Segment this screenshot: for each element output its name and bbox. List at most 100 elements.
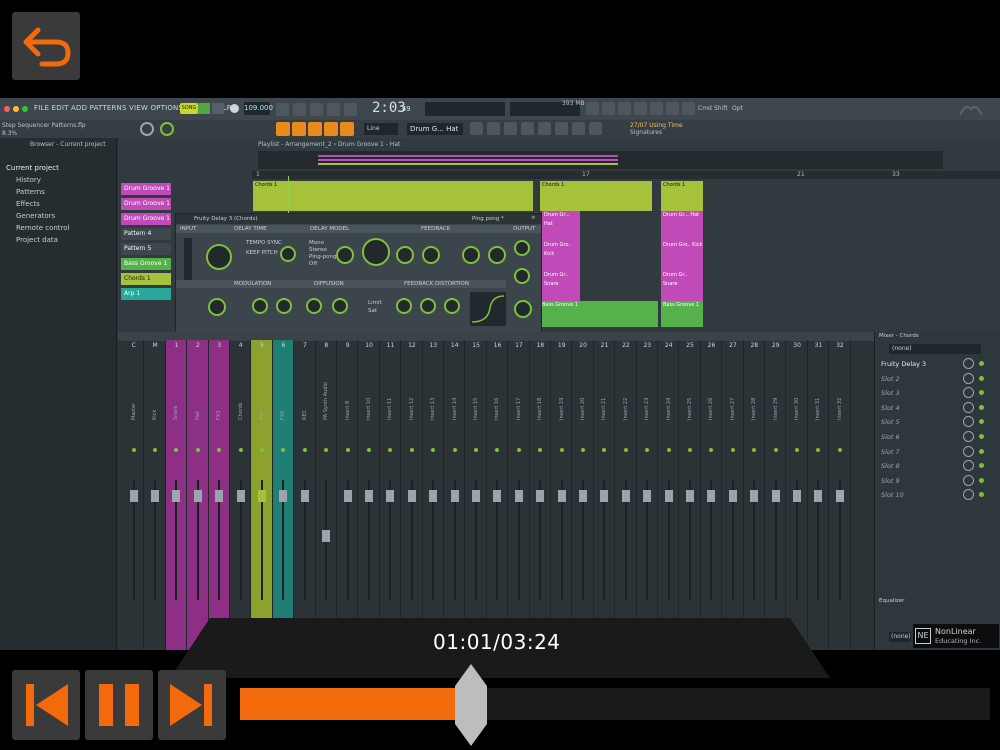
slot-enable-icon[interactable] xyxy=(979,434,984,439)
strip-led-icon[interactable] xyxy=(816,448,821,452)
stereo-knob[interactable] xyxy=(336,246,354,264)
snap-icon[interactable] xyxy=(292,122,306,136)
render-icon[interactable] xyxy=(666,102,679,115)
effect-slot[interactable]: Slot 10 xyxy=(881,489,961,501)
mixer-strip[interactable]: 24 Insert 24 xyxy=(658,340,680,650)
limit-option[interactable]: Limit xyxy=(368,300,382,306)
strip-fader-handle[interactable] xyxy=(151,490,160,502)
strip-fader-handle[interactable] xyxy=(686,490,695,502)
song-mode-button[interactable]: SONG xyxy=(180,103,198,114)
strip-fader-handle[interactable] xyxy=(493,490,502,502)
stereo-option[interactable]: Stereo xyxy=(309,247,327,253)
mixer-strip[interactable]: 19 Insert 19 xyxy=(551,340,573,650)
strip-led-icon[interactable] xyxy=(174,448,179,452)
effect-slot[interactable]: Slot 5 xyxy=(881,416,961,428)
undo-icon[interactable] xyxy=(586,102,599,115)
channel-chords[interactable]: Chords 1 xyxy=(121,273,171,285)
strip-led-icon[interactable] xyxy=(516,448,521,452)
strip-led-icon[interactable] xyxy=(773,448,778,452)
slot-enable-icon[interactable] xyxy=(979,390,984,396)
clip-chords[interactable]: Chords 1 xyxy=(253,181,533,211)
effect-slot[interactable]: Slot 8 xyxy=(881,460,961,472)
playlist-window-icon[interactable] xyxy=(470,122,483,135)
mono-option[interactable]: Mono xyxy=(309,240,324,246)
cutoff-knob[interactable] xyxy=(396,246,414,264)
channel-drum-kick[interactable]: Drum Groove 1 - Kick xyxy=(121,183,171,195)
effect-slot[interactable]: Slot 3 xyxy=(881,387,961,399)
channel-drum-hat[interactable]: Drum Groove 1 - Hat xyxy=(121,213,171,225)
shift-key[interactable]: Shift xyxy=(714,105,728,112)
strip-fader-handle[interactable] xyxy=(429,490,438,502)
effect-slot[interactable]: Slot 7 xyxy=(881,446,961,458)
opt-key[interactable]: Opt xyxy=(732,105,743,112)
cut-icon[interactable] xyxy=(602,102,615,115)
mixer-strip[interactable]: 10 Insert 10 xyxy=(358,340,380,650)
strip-led-icon[interactable] xyxy=(302,448,307,452)
strip-fader-handle[interactable] xyxy=(472,490,481,502)
bits-knob[interactable] xyxy=(488,246,506,264)
clip-bass-groove[interactable]: Bass Groove 1 xyxy=(540,301,658,327)
mixer-strip[interactable]: 7 REC xyxy=(294,340,316,650)
strip-fader-handle[interactable] xyxy=(514,490,523,502)
strip-fader-handle[interactable] xyxy=(365,490,374,502)
minimize-dot-icon[interactable] xyxy=(13,106,19,112)
mixer-strip[interactable]: 17 Insert 17 xyxy=(508,340,530,650)
step-edit-icon[interactable] xyxy=(327,103,340,116)
off-option[interactable]: Off xyxy=(309,261,317,267)
strip-fader-handle[interactable] xyxy=(450,490,459,502)
slot-enable-icon[interactable] xyxy=(979,404,984,410)
piano-roll-icon[interactable] xyxy=(487,122,500,135)
pan-knob[interactable] xyxy=(280,246,296,262)
effect-slot[interactable]: Slot 2 xyxy=(881,373,961,385)
strip-led-icon[interactable] xyxy=(730,448,735,452)
mixer-strip[interactable]: 32 Insert 32 xyxy=(829,340,851,650)
mixer-strip[interactable]: 21 Insert 21 xyxy=(594,340,616,650)
playlist-overview[interactable] xyxy=(258,151,943,169)
strip-fader-handle[interactable] xyxy=(664,490,673,502)
strip-fader-handle[interactable] xyxy=(536,490,545,502)
browser-item-project-data[interactable]: Project data xyxy=(16,236,58,244)
mixer-strip[interactable]: 15 Insert 15 xyxy=(465,340,487,650)
save-icon[interactable] xyxy=(650,102,663,115)
mixer-strip[interactable]: 30 Insert 30 xyxy=(786,340,808,650)
input-select[interactable]: (none) xyxy=(889,344,981,354)
strip-fader-handle[interactable] xyxy=(750,490,759,502)
strip-fader-handle[interactable] xyxy=(258,490,267,502)
strip-fader-handle[interactable] xyxy=(707,490,716,502)
strip-fader-handle[interactable] xyxy=(279,490,288,502)
strip-led-icon[interactable] xyxy=(324,448,329,452)
clip-chords[interactable]: Chords 1 xyxy=(540,181,652,211)
effect-slot[interactable]: Slot 9 xyxy=(881,475,961,487)
strip-fader-handle[interactable] xyxy=(215,490,224,502)
mixer-strip[interactable]: 2 Hat xyxy=(187,340,209,650)
slot-enable-icon[interactable] xyxy=(979,361,984,366)
mixer-strip[interactable]: 20 Insert 20 xyxy=(572,340,594,650)
cmd-key[interactable]: Cmd xyxy=(698,105,712,112)
strip-fader-handle[interactable] xyxy=(579,490,588,502)
magnet-icon[interactable] xyxy=(340,122,354,136)
slot-enable-icon[interactable] xyxy=(979,492,984,498)
mixer-window-icon[interactable] xyxy=(504,122,517,135)
slot-enable-icon[interactable] xyxy=(979,375,984,381)
strip-led-icon[interactable] xyxy=(238,448,243,452)
strip-fader-handle[interactable] xyxy=(600,490,609,502)
ping-pong-option[interactable]: Ping-pong xyxy=(309,254,337,260)
mixer-strip[interactable]: 26 Insert 26 xyxy=(701,340,723,650)
mixer-strip[interactable]: 9 Insert 9 xyxy=(337,340,359,650)
mixer-strip[interactable]: M Kick xyxy=(144,340,166,650)
slot-mix-knob[interactable] xyxy=(963,460,974,472)
browser-item-effects[interactable]: Effects xyxy=(16,200,40,208)
channel-arp[interactable]: Arp 1 xyxy=(121,288,171,300)
strip-led-icon[interactable] xyxy=(645,448,650,452)
master-pitch-knob[interactable] xyxy=(160,122,174,136)
strip-led-icon[interactable] xyxy=(602,448,607,452)
mixer-strip[interactable]: 27 Insert 27 xyxy=(722,340,744,650)
strip-led-icon[interactable] xyxy=(752,448,757,452)
clip-drum-hat[interactable]: Drum Gr... Hat xyxy=(542,211,580,241)
wait-icon[interactable] xyxy=(293,103,306,116)
tone-knob[interactable] xyxy=(514,268,530,284)
input-fader[interactable] xyxy=(184,238,192,286)
stop-icon[interactable] xyxy=(212,103,224,114)
strip-led-icon[interactable] xyxy=(409,448,414,452)
strip-fader-handle[interactable] xyxy=(643,490,652,502)
